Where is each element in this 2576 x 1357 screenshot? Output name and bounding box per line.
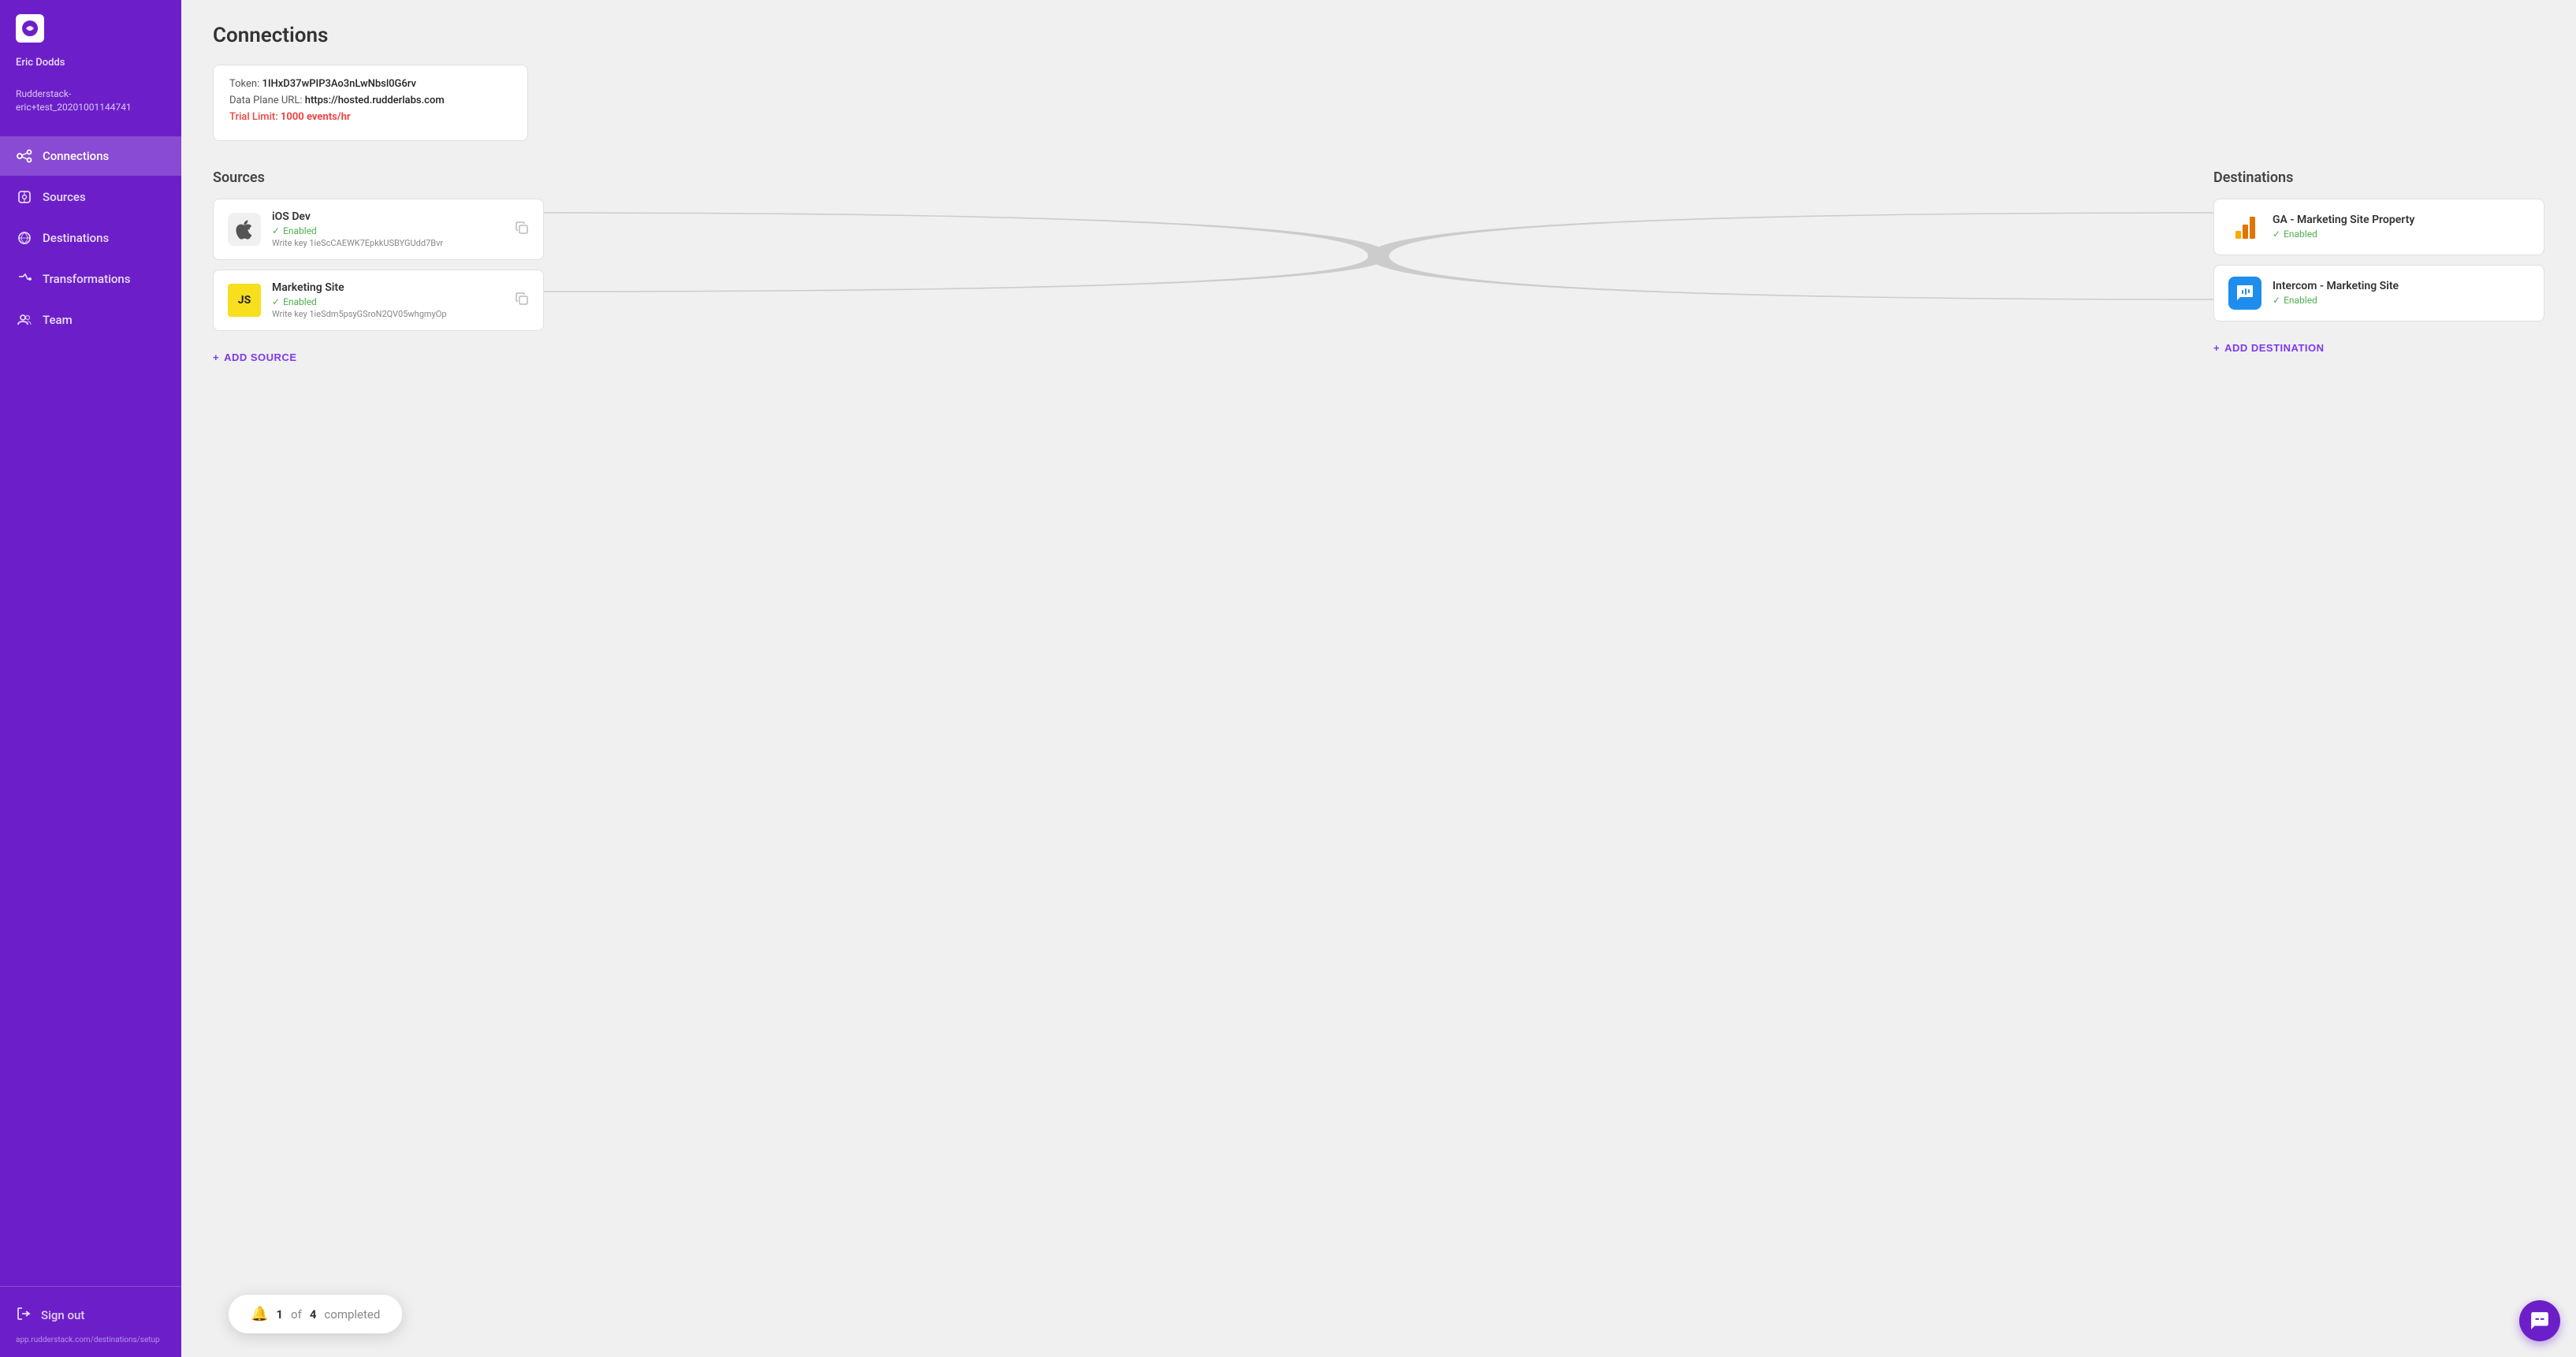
add-destination-button[interactable]: + ADD DESTINATION [2213, 337, 2325, 359]
intercom-card-status: ✓ Enabled [2273, 295, 2529, 306]
intercom-card-info: Intercom - Marketing Site ✓ Enabled [2273, 280, 2529, 307]
token-label: Token: [229, 78, 259, 90]
intercom-icon [2228, 277, 2261, 310]
marketing-copy-button[interactable] [515, 292, 529, 309]
progress-current: 1 [276, 1307, 283, 1322]
connections-layout: Sources iOS Dev ✓ Enabled Write key 1ieS… [213, 169, 2544, 368]
token-value: 1IHxD37wPIP3Ao3nLwNbsl0G6rv [262, 78, 415, 90]
progress-pill[interactable]: 🔔 1 of 4 completed [229, 1295, 402, 1333]
transformations-icon [16, 270, 33, 288]
sidebar-username: Eric Dodds [0, 50, 181, 81]
ios-copy-button[interactable] [515, 221, 529, 238]
add-source-label: ADD SOURCE [224, 351, 296, 363]
add-destination-plus-icon: + [2213, 342, 2220, 354]
connector-svg [544, 169, 2213, 343]
sidebar-item-destinations[interactable]: Destinations [0, 218, 181, 258]
trial-line: Trial Limit: 1000 events/hr [229, 111, 512, 123]
data-plane-line: Data Plane URL: https://hosted.rudderlab… [229, 95, 512, 106]
ios-card-name: iOS Dev [272, 210, 504, 223]
ga-card-status: ✓ Enabled [2273, 229, 2529, 240]
source-card-marketing[interactable]: JS Marketing Site ✓ Enabled Write key 1i… [213, 270, 544, 331]
destinations-column: Destinations GA - Marketing Site Propert… [2213, 169, 2544, 359]
destinations-section-title: Destinations [2213, 169, 2544, 186]
sidebar-bottom: Sign out app.rudderstack.com/destination… [0, 1286, 181, 1357]
sidebar-item-team[interactable]: Team [0, 300, 181, 340]
ios-check-icon: ✓ [272, 225, 280, 236]
sign-out-button[interactable]: Sign out [16, 1299, 166, 1331]
intercom-check-icon: ✓ [2273, 295, 2280, 306]
ga-icon [2228, 210, 2261, 244]
ga-card-info: GA - Marketing Site Property ✓ Enabled [2273, 214, 2529, 241]
source-card-ios[interactable]: iOS Dev ✓ Enabled Write key 1ieScCAEWK7E… [213, 199, 544, 260]
add-destination-label: ADD DESTINATION [2224, 342, 2324, 354]
team-icon [16, 311, 33, 329]
data-plane-value: https://hosted.rudderlabs.com [305, 95, 445, 106]
progress-label: completed [324, 1307, 380, 1322]
connections-icon [16, 147, 33, 165]
sidebar-item-label: Transformations [43, 272, 130, 286]
ios-card-status: ✓ Enabled [272, 225, 504, 236]
ga-bar-1 [2235, 231, 2241, 239]
dest-card-intercom[interactable]: Intercom - Marketing Site ✓ Enabled [2213, 265, 2544, 322]
ios-icon [228, 213, 261, 246]
marketing-card-status: ✓ Enabled [272, 296, 504, 307]
sidebar-item-label: Connections [43, 149, 109, 163]
sidebar-item-label: Destinations [43, 231, 109, 245]
main-content: Connections Token: 1IHxD37wPIP3Ao3nLwNbs… [181, 0, 2576, 1357]
sidebar-url: app.rudderstack.com/destinations/setup [16, 1336, 166, 1344]
ga-bars [2235, 215, 2255, 239]
page-title: Connections [213, 24, 2544, 47]
intercom-card-name: Intercom - Marketing Site [2273, 280, 2529, 292]
intercom-icon-wrap [2230, 278, 2260, 308]
destinations-icon [16, 229, 33, 247]
logo-icon [16, 14, 44, 43]
ga-bar-3 [2250, 217, 2255, 239]
sidebar-item-transformations[interactable]: Transformations [0, 259, 181, 299]
sidebar-item-sources[interactable]: Sources [0, 177, 181, 217]
sidebar-nav: Connections Sources [0, 130, 181, 1286]
data-plane-label: Data Plane URL: [229, 95, 302, 106]
sidebar-workspace: Rudderstack-eric+test_20201001144741 [0, 81, 181, 130]
marketing-card-name: Marketing Site [272, 281, 504, 294]
trial-value: 1000 events/hr [281, 111, 351, 123]
trial-label: Trial Limit: [229, 111, 278, 123]
sources-icon [16, 188, 33, 206]
connection-lines [544, 169, 2213, 343]
marketing-write-key: Write key 1ieSdm5psyGSroN2QV05whgmyOp [272, 309, 504, 319]
js-icon: JS [228, 284, 261, 317]
marketing-check-icon: ✓ [272, 296, 280, 307]
progress-total: 4 [310, 1307, 317, 1322]
sources-section-title: Sources [213, 169, 544, 186]
token-line: Token: 1IHxD37wPIP3Ao3nLwNbsl0G6rv [229, 78, 512, 90]
ga-card-name: GA - Marketing Site Property [2273, 214, 2529, 226]
sidebar-item-connections[interactable]: Connections [0, 136, 181, 176]
sign-out-label: Sign out [41, 1308, 84, 1322]
marketing-card-info: Marketing Site ✓ Enabled Write key 1ieSd… [272, 281, 504, 319]
sidebar-item-label: Team [43, 313, 73, 327]
sidebar-logo-area [0, 0, 181, 50]
dest-card-ga[interactable]: GA - Marketing Site Property ✓ Enabled [2213, 199, 2544, 255]
chat-bubble-button[interactable] [2519, 1300, 2560, 1341]
sidebar: Eric Dodds Rudderstack-eric+test_2020100… [0, 0, 181, 1357]
ga-bar-2 [2243, 225, 2248, 239]
add-source-button[interactable]: + ADD SOURCE [213, 347, 297, 368]
ios-write-key: Write key 1ieScCAEWK7EpkkUSBYGUdd7Bvr [272, 238, 504, 248]
progress-of-text: of [291, 1307, 302, 1322]
token-card: Token: 1IHxD37wPIP3Ao3nLwNbsl0G6rv Data … [213, 65, 528, 141]
bell-icon: 🔔 [251, 1306, 268, 1322]
sidebar-item-label: Sources [43, 190, 86, 204]
intercom-svg [2235, 284, 2254, 303]
ios-card-info: iOS Dev ✓ Enabled Write key 1ieScCAEWK7E… [272, 210, 504, 248]
add-source-plus-icon: + [213, 351, 219, 363]
ga-check-icon: ✓ [2273, 229, 2280, 240]
chat-icon [2529, 1311, 2550, 1331]
sources-column: Sources iOS Dev ✓ Enabled Write key 1ieS… [213, 169, 544, 368]
sign-out-icon [16, 1306, 32, 1325]
